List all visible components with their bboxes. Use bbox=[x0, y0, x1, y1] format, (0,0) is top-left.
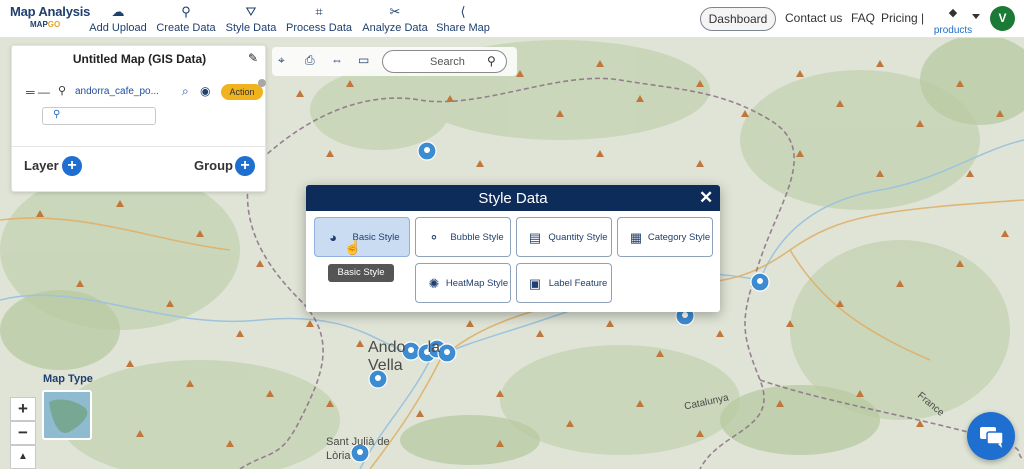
heatmap-style-option[interactable]: ✺ HeatMap Style bbox=[415, 263, 511, 303]
label-feature-option[interactable]: ▣ Label Feature bbox=[516, 263, 612, 303]
pencil-icon[interactable]: ✎ bbox=[248, 51, 258, 65]
label-icon: ▣ bbox=[528, 276, 542, 291]
zoom-to-layer-icon[interactable]: ⌕ bbox=[182, 84, 189, 99]
products-menu[interactable]: ◆ products bbox=[930, 6, 976, 38]
divider bbox=[12, 146, 267, 147]
cube-icon: ◆ bbox=[948, 7, 958, 19]
map-toolbar: ⌖ ⎙ ⇔ ▭ Search ⚲ bbox=[272, 47, 517, 76]
heatmap-icon: ✺ bbox=[428, 276, 440, 291]
contact-link[interactable]: Contact us bbox=[785, 11, 842, 25]
share-icon: ⟨ bbox=[460, 4, 466, 19]
top-navbar: Map Analysis MAPGO ☁ Add Upload ⚲ Create… bbox=[0, 0, 1024, 38]
process-icon: ⌗ bbox=[315, 4, 323, 19]
nav-process-data[interactable]: ⌗ Process Data bbox=[286, 4, 352, 34]
nav-style-data-label: Style Data bbox=[225, 22, 277, 34]
place-andorra: Ando la Vella bbox=[368, 339, 441, 374]
category-grid-icon: ▦ bbox=[629, 230, 643, 245]
comment-icon[interactable]: ▭ bbox=[358, 53, 369, 67]
pricing-link[interactable]: Pricing | bbox=[881, 11, 924, 25]
layer-style-field[interactable]: ⚲ bbox=[42, 107, 156, 125]
avatar[interactable]: V bbox=[990, 6, 1015, 31]
zoom-out-button[interactable]: − bbox=[10, 421, 36, 445]
nav-analyze-data-label: Analyze Data bbox=[362, 22, 428, 34]
analyze-icon: ✂ bbox=[389, 4, 401, 19]
basic-style-option[interactable]: ◕ Basic Style bbox=[314, 217, 410, 257]
group-label: Group bbox=[194, 158, 233, 173]
nav-add-upload[interactable]: ☁ Add Upload bbox=[88, 4, 148, 34]
products-label: products bbox=[933, 25, 973, 36]
bubble-style-option[interactable]: ⚬ Bubble Style bbox=[415, 217, 511, 257]
pin-icon: ⚲ bbox=[53, 109, 61, 120]
locate-icon[interactable]: ⌖ bbox=[278, 53, 285, 68]
reset-north-button[interactable]: ▲ bbox=[10, 445, 36, 469]
close-icon[interactable]: ✕ bbox=[699, 188, 713, 208]
search-icon[interactable]: ⚲ bbox=[487, 54, 496, 68]
layer-panel: Untitled Map (GIS Data) ✎ ═ — ⚲ andorra_… bbox=[11, 45, 267, 192]
quantity-style-option[interactable]: ▤ Quantity Style bbox=[516, 217, 612, 257]
pin-icon: ⚲ bbox=[181, 4, 191, 19]
modal-header: Style Data ✕ bbox=[306, 185, 720, 211]
cloud-upload-icon: ☁ bbox=[111, 4, 125, 19]
measure-icon[interactable]: ⇔ bbox=[331, 53, 343, 67]
quantity-icon: ▤ bbox=[528, 230, 542, 245]
category-style-label: Category Style bbox=[647, 231, 711, 243]
style-data-modal: Style Data ✕ ◕ Basic Style ⚬ Bubble Styl… bbox=[306, 185, 720, 312]
brand-title: Map Analysis bbox=[10, 4, 91, 19]
nav-add-upload-label: Add Upload bbox=[89, 22, 147, 34]
dashboard-button[interactable]: Dashboard bbox=[700, 7, 776, 31]
faq-link[interactable]: FAQ bbox=[851, 11, 875, 25]
status-dot bbox=[258, 79, 266, 87]
eye-icon[interactable]: ◉ bbox=[200, 84, 210, 98]
place-sant-julia: Sant Julià de Lòria bbox=[326, 436, 390, 462]
nav-style-data[interactable]: ⛛ Style Data bbox=[224, 4, 278, 34]
brand-logo[interactable]: Map Analysis MAPGO bbox=[10, 4, 90, 29]
bubble-style-label: Bubble Style bbox=[450, 231, 504, 243]
brand-subtitle: MAPGO bbox=[30, 20, 61, 29]
nav-create-data[interactable]: ⚲ Create Data bbox=[156, 4, 216, 34]
bubble-icon: ⚬ bbox=[428, 230, 440, 245]
map-title: Untitled Map (GIS Data) bbox=[72, 52, 207, 66]
heatmap-style-label: HeatMap Style bbox=[445, 277, 509, 289]
nav-create-data-label: Create Data bbox=[156, 22, 216, 34]
layer-name[interactable]: andorra_cafe_po... bbox=[75, 86, 159, 97]
tooltip: Basic Style bbox=[328, 264, 394, 282]
globe-style-icon: ◕ bbox=[329, 230, 337, 245]
add-layer-button[interactable]: + bbox=[62, 156, 82, 176]
map-type-thumbnail[interactable] bbox=[42, 390, 92, 440]
search-input[interactable]: Search ⚲ bbox=[382, 50, 507, 73]
print-icon[interactable]: ⎙ bbox=[305, 53, 315, 68]
zoom-in-button[interactable]: + bbox=[10, 397, 36, 421]
nav-share-map-label: Share Map bbox=[436, 22, 490, 34]
hand-cursor-icon: ☝ bbox=[344, 239, 362, 255]
action-button[interactable]: Action bbox=[221, 84, 263, 100]
chat-button[interactable] bbox=[967, 412, 1015, 460]
chat-icon bbox=[980, 427, 1004, 448]
pin-icon: ⚲ bbox=[58, 85, 67, 97]
drag-handle-icon[interactable]: ═ — bbox=[26, 85, 50, 99]
label-feature-label: Label Feature bbox=[548, 277, 608, 289]
nav-analyze-data[interactable]: ✂ Analyze Data bbox=[362, 4, 428, 34]
chevron-down-icon[interactable] bbox=[972, 14, 980, 19]
layer-label: Layer bbox=[24, 158, 59, 173]
search-placeholder: Search bbox=[430, 56, 465, 68]
modal-title: Style Data bbox=[478, 190, 548, 207]
quantity-style-label: Quantity Style bbox=[548, 231, 608, 243]
map-type-label: Map Type bbox=[43, 373, 93, 385]
layer-row[interactable]: ═ — ⚲ andorra_cafe_po... ⌕ ◉ Action bbox=[26, 79, 266, 102]
add-group-button[interactable]: + bbox=[235, 156, 255, 176]
paint-bucket-icon: ⛛ bbox=[245, 4, 257, 19]
category-style-option[interactable]: ▦ Category Style bbox=[617, 217, 713, 257]
nav-process-data-label: Process Data bbox=[286, 22, 353, 34]
nav-share-map[interactable]: ⟨ Share Map bbox=[436, 4, 490, 34]
